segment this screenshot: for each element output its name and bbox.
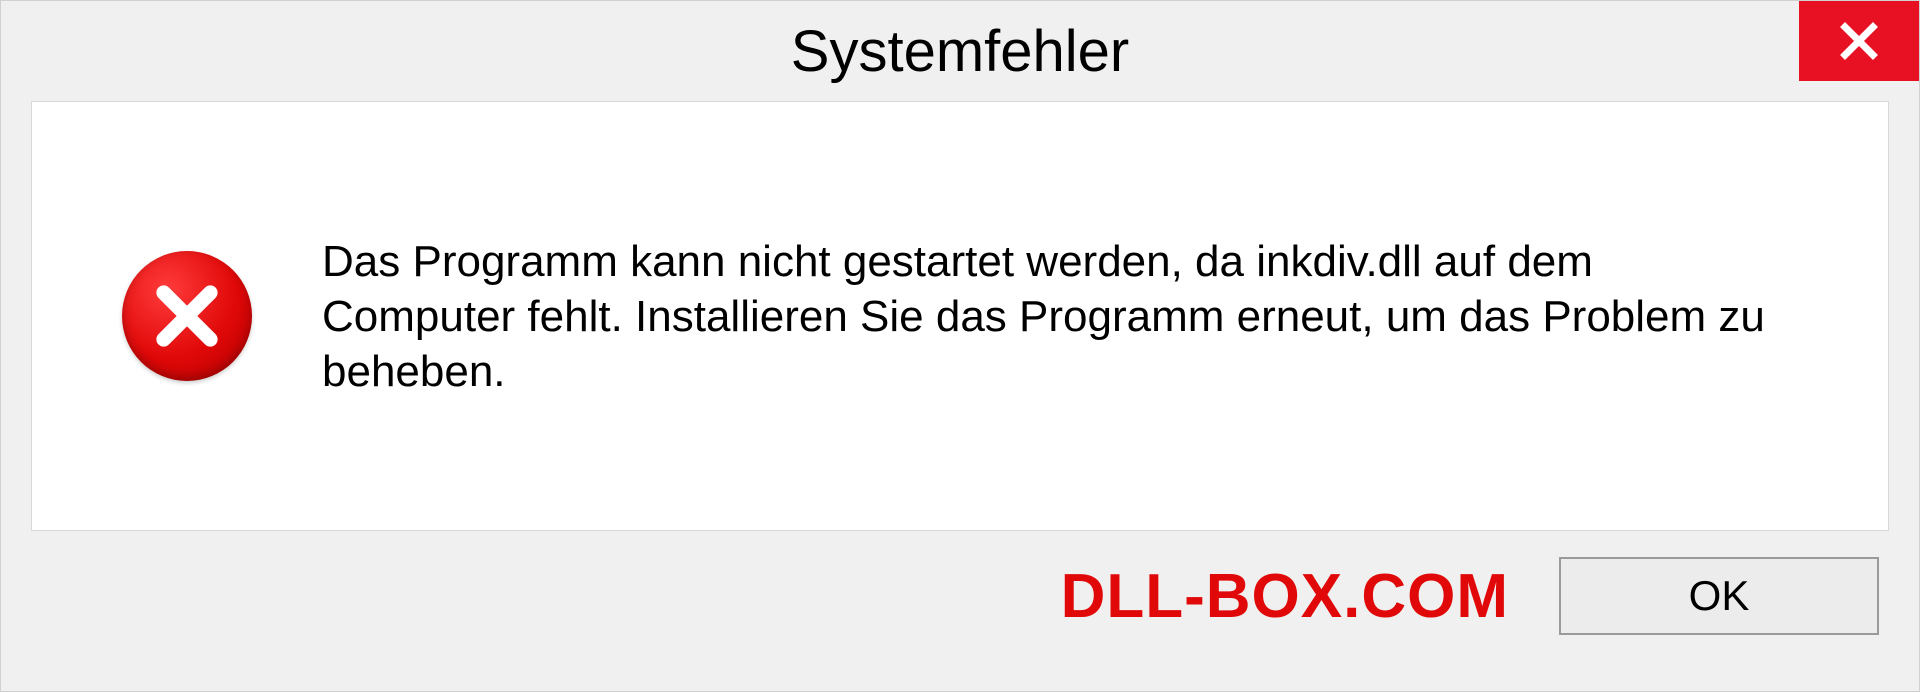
- dialog-footer: DLL-BOX.COM OK: [31, 531, 1889, 661]
- content-area: Das Programm kann nicht gestartet werden…: [1, 101, 1919, 691]
- message-panel: Das Programm kann nicht gestartet werden…: [31, 101, 1889, 531]
- cross-icon: [152, 281, 222, 351]
- titlebar: Systemfehler: [1, 1, 1919, 101]
- error-icon: [122, 251, 252, 381]
- close-button[interactable]: [1799, 1, 1919, 81]
- system-error-dialog: Systemfehler Das Programm kann nicht ges…: [0, 0, 1920, 692]
- error-message: Das Programm kann nicht gestartet werden…: [322, 234, 1772, 399]
- close-icon: [1838, 20, 1880, 62]
- watermark-text: DLL-BOX.COM: [1061, 561, 1509, 632]
- dialog-title: Systemfehler: [791, 18, 1129, 85]
- ok-button[interactable]: OK: [1559, 557, 1879, 635]
